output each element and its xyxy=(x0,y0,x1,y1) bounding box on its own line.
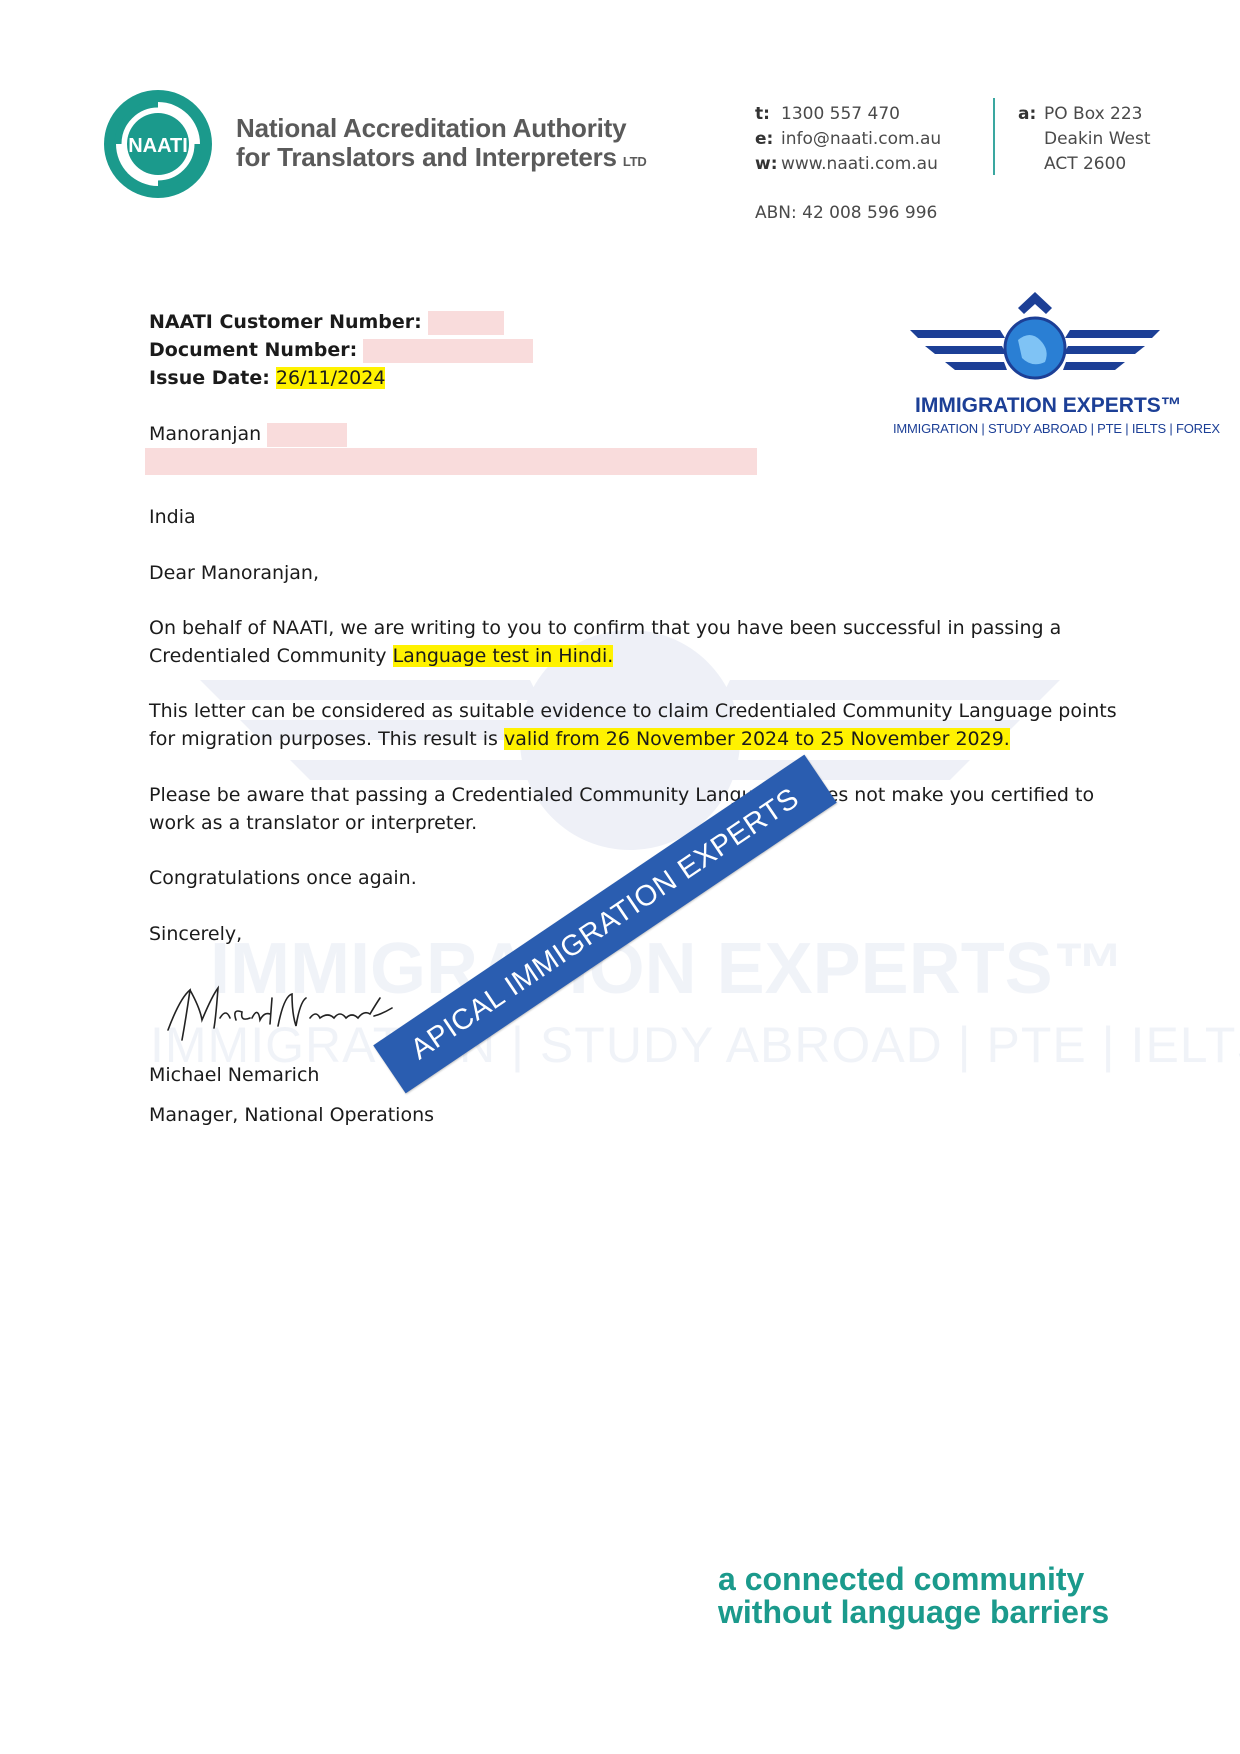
immigration-experts-subtitle: IMMIGRATION | STUDY ABROAD | PTE | IELTS… xyxy=(893,421,1220,436)
header-divider xyxy=(993,98,995,175)
paragraph-2-line-2: for migration purposes. This result is v… xyxy=(149,728,1010,750)
tagline-line2: without language barriers xyxy=(718,1594,1110,1630)
abn: ABN: 42 008 596 996 xyxy=(755,203,938,223)
closing-sincerely: Sincerely, xyxy=(149,923,243,945)
logo-text: NAATI xyxy=(128,135,188,157)
recipient-name-row: Manoranjan xyxy=(149,420,348,448)
document-number-row: Document Number: xyxy=(149,336,534,364)
paragraph-2-line-1: This letter can be considered as suitabl… xyxy=(149,700,1117,722)
salutation: Dear Manoranjan, xyxy=(149,562,320,584)
closing-congratulations: Congratulations once again. xyxy=(149,867,417,889)
address-key: a: xyxy=(1018,104,1037,124)
signer-name: Michael Nemarich xyxy=(149,1064,320,1086)
issue-date-value: 26/11/2024 xyxy=(275,367,386,389)
org-name-line1: National Accreditation Authority xyxy=(236,113,627,143)
contact-phone: t: 1300 557 470 xyxy=(755,104,900,124)
contact-email[interactable]: e: info@naati.com.au xyxy=(755,127,941,152)
tagline-line1: a connected community xyxy=(718,1561,1085,1597)
immigration-experts-title: IMMIGRATION EXPERTS™ xyxy=(915,394,1182,417)
naati-logo: NAATI xyxy=(104,90,212,198)
paragraph-3-line-2: work as a translator or interpreter. xyxy=(149,812,478,834)
document-number-label: Document Number: xyxy=(149,339,358,361)
footer-tagline: a connected community without language b… xyxy=(718,1563,1109,1629)
highlight-validity: valid from 26 November 2024 to 25 Novemb… xyxy=(503,728,1010,750)
signer-title: Manager, National Operations xyxy=(149,1104,435,1126)
contact-website[interactable]: w: www.naati.com.au xyxy=(755,152,941,177)
org-suffix: LTD xyxy=(622,154,647,169)
address-line: PO Box 223 xyxy=(1044,104,1143,124)
redacted-surname xyxy=(267,422,348,447)
address-block: a: PO Box 223 Deakin West ACT 2600 xyxy=(1018,102,1151,177)
paragraph-1-line-2: Credentialed Community Language test in … xyxy=(149,645,614,667)
paragraph-1-line-1: On behalf of NAATI, we are writing to yo… xyxy=(149,617,1062,639)
issue-date-row: Issue Date: 26/11/2024 xyxy=(149,364,386,392)
address-line: ACT 2600 xyxy=(1044,154,1127,174)
customer-number-label: NAATI Customer Number: xyxy=(149,311,422,333)
customer-number-row: NAATI Customer Number: xyxy=(149,308,504,336)
org-name-line2: for Translators and Interpreters xyxy=(236,142,617,172)
contact-block: t: 1300 557 470 e: info@naati.com.au w: www… xyxy=(755,102,941,177)
recipient-country: India xyxy=(149,506,196,528)
address-line: Deakin West xyxy=(1044,129,1151,149)
redacted-document-number xyxy=(363,338,534,363)
recipient-first-name: Manoranjan xyxy=(149,423,262,445)
handwritten-signature xyxy=(167,985,393,1041)
paragraph-3-line-1-end: oes not make you certified to xyxy=(815,784,1095,806)
paragraph-3-line-1-start: Please be aware that passing a Credentia… xyxy=(149,784,766,806)
redacted-address xyxy=(145,448,757,475)
issue-date-label: Issue Date: xyxy=(149,367,270,389)
organization-name: National Accreditation Authority for Tra… xyxy=(236,114,647,176)
redacted-customer-number xyxy=(427,310,504,335)
highlight-language: Language test in Hindi. xyxy=(392,645,614,667)
